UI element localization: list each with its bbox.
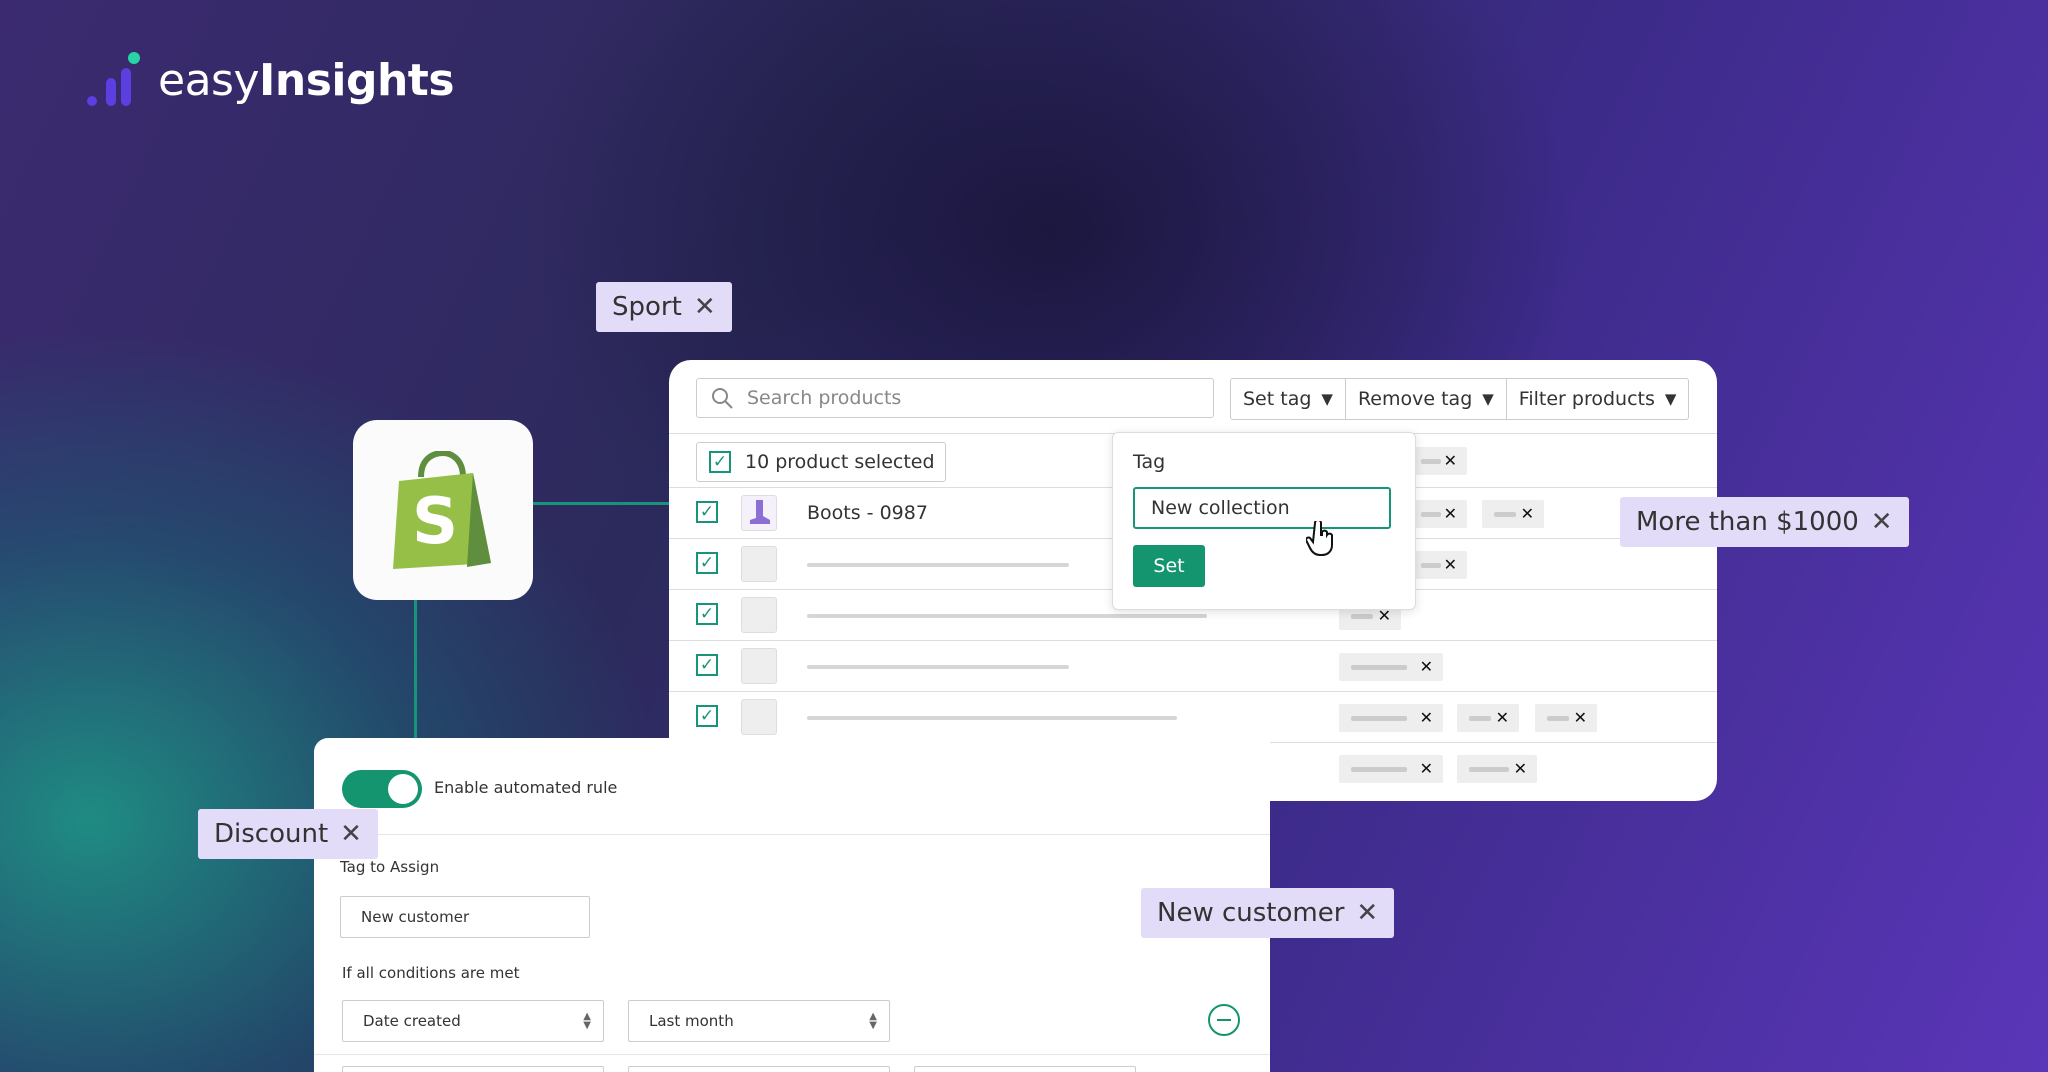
condition-value-select[interactable]: Last month ▲ ▼ bbox=[628, 1000, 890, 1042]
remove-tag-icon[interactable]: ✕ bbox=[1496, 704, 1509, 732]
brand-name: easyInsights bbox=[158, 54, 455, 106]
tag-to-assign-input[interactable]: New customer bbox=[340, 896, 590, 938]
remove-tag-icon[interactable]: ✕ bbox=[1444, 447, 1457, 475]
caret-down-icon: ▼ bbox=[1482, 390, 1494, 408]
placeholder-line bbox=[807, 614, 1207, 618]
select-arrows-icon: ▲ ▼ bbox=[583, 1011, 591, 1031]
select-all-checkbox[interactable]: ✓ 10 product selected bbox=[696, 442, 946, 482]
placeholder-line bbox=[807, 665, 1069, 669]
tag-chip-more-than-1000: More than $1000 ✕ bbox=[1620, 497, 1909, 547]
remove-tag-icon[interactable]: ✕ bbox=[1420, 653, 1433, 681]
product-thumbnail bbox=[741, 648, 777, 684]
row-checkbox[interactable]: ✓ bbox=[696, 501, 718, 523]
remove-tag-button[interactable]: Remove tag ▼ bbox=[1346, 379, 1507, 419]
condition-field-select[interactable] bbox=[342, 1066, 604, 1072]
condition-value-select[interactable] bbox=[628, 1066, 890, 1072]
row-checkbox[interactable]: ✓ bbox=[696, 654, 718, 676]
set-button[interactable]: Set bbox=[1133, 545, 1205, 587]
tag-chip-discount: Discount ✕ bbox=[198, 809, 378, 859]
shopify-logo-tile: S bbox=[353, 420, 533, 600]
product-thumbnail bbox=[741, 546, 777, 582]
caret-down-icon: ▼ bbox=[1664, 390, 1677, 408]
checkmark-icon: ✓ bbox=[709, 451, 731, 473]
tag-pill: ✕ bbox=[1409, 447, 1467, 475]
tag-pill: ✕ bbox=[1457, 704, 1519, 732]
automated-rule-panel: Enable automated rule Tag to Assign New … bbox=[314, 738, 1270, 1072]
tag-pill: ✕ bbox=[1339, 653, 1443, 681]
remove-tag-icon[interactable]: ✕ bbox=[1444, 551, 1457, 579]
hand-cursor-icon bbox=[1306, 521, 1333, 556]
tag-field-label: Tag bbox=[1133, 451, 1166, 473]
conditions-label: If all conditions are met bbox=[342, 964, 520, 982]
divider bbox=[314, 1054, 1270, 1055]
row-checkbox[interactable]: ✓ bbox=[696, 603, 718, 625]
product-thumbnail bbox=[741, 597, 777, 633]
svg-text:S: S bbox=[412, 485, 458, 559]
product-thumbnail bbox=[741, 699, 777, 735]
condition-extra-input[interactable] bbox=[914, 1066, 1136, 1072]
caret-down-icon: ▼ bbox=[1321, 390, 1333, 408]
close-icon[interactable]: ✕ bbox=[694, 294, 716, 320]
table-row: ✓ ✕ ✕ ✕ bbox=[669, 691, 1717, 742]
connector-line bbox=[533, 502, 673, 505]
row-checkbox[interactable]: ✓ bbox=[696, 552, 718, 574]
product-name: Boots - 0987 bbox=[807, 502, 928, 524]
set-tag-popup: Tag New collection Set bbox=[1112, 432, 1416, 610]
condition-field-select[interactable]: Date created ▲ ▼ bbox=[342, 1000, 604, 1042]
product-thumbnail bbox=[741, 495, 777, 531]
tag-pill: ✕ bbox=[1339, 755, 1443, 783]
remove-tag-icon[interactable]: ✕ bbox=[1444, 500, 1457, 528]
row-checkbox[interactable]: ✓ bbox=[696, 705, 718, 727]
remove-tag-icon[interactable]: ✕ bbox=[1574, 704, 1587, 732]
enable-rule-label: Enable automated rule bbox=[434, 778, 618, 797]
remove-tag-icon[interactable]: ✕ bbox=[1420, 755, 1433, 783]
connector-line bbox=[414, 600, 417, 740]
selected-count: 10 product selected bbox=[745, 451, 935, 473]
enable-rule-toggle[interactable] bbox=[342, 770, 422, 808]
select-arrows-icon: ▲ ▼ bbox=[869, 1011, 877, 1031]
logo-bars-icon bbox=[87, 52, 140, 106]
tag-chip-new-customer: New customer ✕ bbox=[1141, 888, 1395, 938]
close-icon[interactable]: ✕ bbox=[1871, 509, 1893, 535]
search-input[interactable]: Search products bbox=[696, 378, 1214, 418]
tag-pill: ✕ bbox=[1482, 500, 1544, 528]
remove-condition-button[interactable] bbox=[1208, 1004, 1240, 1036]
tag-input[interactable]: New collection bbox=[1133, 487, 1391, 529]
divider bbox=[314, 834, 1270, 835]
tag-pill: ✕ bbox=[1409, 500, 1467, 528]
tag-pill: ✕ bbox=[1409, 551, 1467, 579]
close-icon[interactable]: ✕ bbox=[340, 821, 362, 847]
shopify-bag-icon: S bbox=[393, 451, 491, 569]
brand-logo: easyInsights bbox=[84, 50, 455, 110]
close-icon[interactable]: ✕ bbox=[1356, 900, 1378, 926]
tag-to-assign-label: Tag to Assign bbox=[340, 858, 440, 876]
tag-pill: ✕ bbox=[1339, 704, 1443, 732]
tag-chip-sport: Sport ✕ bbox=[596, 282, 732, 332]
filter-products-button[interactable]: Filter products ▼ bbox=[1507, 379, 1689, 419]
search-placeholder: Search products bbox=[747, 387, 902, 409]
search-icon bbox=[712, 388, 733, 409]
remove-tag-icon[interactable]: ✕ bbox=[1420, 704, 1433, 732]
bulk-actions: Set tag ▼ Remove tag ▼ Filter products ▼ bbox=[1230, 378, 1690, 420]
tag-pill: ✕ bbox=[1457, 755, 1537, 783]
placeholder-line bbox=[807, 716, 1177, 720]
boot-icon bbox=[750, 500, 770, 524]
set-tag-button[interactable]: Set tag ▼ bbox=[1231, 379, 1346, 419]
tag-pill: ✕ bbox=[1535, 704, 1597, 732]
remove-tag-icon[interactable]: ✕ bbox=[1521, 500, 1534, 528]
placeholder-line bbox=[807, 563, 1069, 567]
remove-tag-icon[interactable]: ✕ bbox=[1514, 755, 1527, 783]
table-row: ✓ ✕ bbox=[669, 640, 1717, 691]
